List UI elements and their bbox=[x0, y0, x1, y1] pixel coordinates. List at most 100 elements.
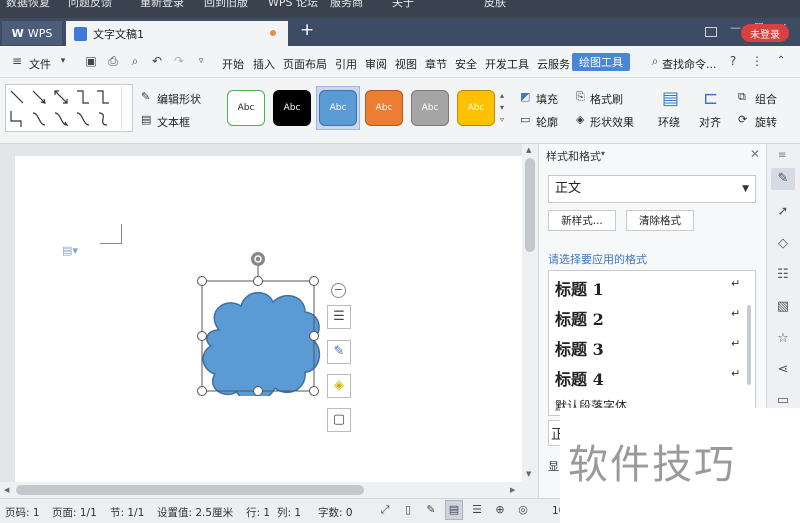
web-view-icon[interactable]: ⊕ bbox=[493, 503, 507, 517]
resize-handle-w[interactable] bbox=[197, 331, 207, 341]
panel-close-icon[interactable]: ✕ bbox=[750, 147, 760, 161]
quick-access-dropdown-icon[interactable]: ▿ bbox=[194, 54, 208, 68]
scroll-up-icon[interactable]: ▲ bbox=[526, 146, 531, 154]
shape-style-6[interactable]: Abc bbox=[457, 90, 495, 126]
new-style-button[interactable]: 新样式... bbox=[548, 210, 616, 231]
resize-handle-n[interactable] bbox=[253, 276, 263, 286]
command-search[interactable]: 查找命令... bbox=[662, 56, 717, 72]
resize-handle-e[interactable] bbox=[309, 331, 319, 341]
top-link-8[interactable]: 皮肤 bbox=[484, 0, 506, 10]
menu-review[interactable]: 审阅 bbox=[365, 56, 387, 72]
shape-style-5[interactable]: Abc bbox=[411, 90, 449, 126]
cloud-shape-selection[interactable] bbox=[196, 250, 322, 396]
settings-sliders-icon[interactable]: ☷ bbox=[774, 266, 792, 284]
resize-handle-s[interactable] bbox=[253, 386, 263, 396]
fill-bucket-icon[interactable]: ◈ bbox=[327, 374, 351, 398]
menu-start[interactable]: 开始 bbox=[222, 56, 244, 72]
style-gallery-scroll-icon[interactable]: ▴ ▾ ▿ bbox=[500, 90, 504, 126]
tab-document[interactable]: 文字文稿1 bbox=[66, 21, 288, 46]
shape-effects-button[interactable]: 形状效果 bbox=[590, 114, 634, 130]
top-link-6[interactable]: 服务商 bbox=[330, 0, 363, 10]
outline-frame-icon[interactable]: ▢ bbox=[327, 408, 351, 432]
layout-options-icon[interactable]: ☰ bbox=[327, 305, 351, 329]
vertical-scroll-thumb[interactable] bbox=[525, 158, 535, 252]
top-link-2[interactable]: 问题反馈 bbox=[68, 0, 112, 10]
scroll-down-icon[interactable]: ▼ bbox=[526, 470, 531, 478]
shape-style-4[interactable]: Abc bbox=[365, 90, 403, 126]
panel-title-dropdown-icon[interactable]: ▾ bbox=[601, 149, 605, 158]
minimize-icon[interactable]: — bbox=[730, 21, 741, 34]
top-link-5[interactable]: WPS 论坛 bbox=[268, 0, 318, 10]
menu-references[interactable]: 引用 bbox=[335, 56, 357, 72]
new-tab-button[interactable]: + bbox=[300, 20, 314, 40]
write-mode-icon[interactable]: ✎ bbox=[424, 503, 438, 517]
shape-style-3[interactable]: Abc bbox=[319, 90, 357, 126]
print-icon[interactable]: ⎙ bbox=[106, 54, 120, 68]
collapse-float-icon[interactable]: − bbox=[331, 283, 346, 298]
help-icon[interactable]: ? bbox=[726, 54, 740, 68]
eye-protection-icon[interactable]: ◎ bbox=[516, 503, 530, 517]
fullscreen-icon[interactable]: ⤢ bbox=[378, 503, 392, 517]
menu-page-layout[interactable]: 页面布局 bbox=[283, 56, 327, 72]
share-icon[interactable]: ⋖ bbox=[774, 361, 792, 379]
group-button[interactable]: 组合 bbox=[755, 91, 777, 107]
resize-handle-sw[interactable] bbox=[197, 386, 207, 396]
rotation-handle-icon[interactable] bbox=[251, 252, 265, 266]
menu-security[interactable]: 安全 bbox=[455, 56, 477, 72]
menu-file[interactable]: 文件 bbox=[29, 56, 51, 72]
page-view-icon[interactable]: ▤ bbox=[447, 503, 461, 517]
style-pen-icon[interactable]: ✎ bbox=[774, 170, 792, 188]
file-dropdown-icon[interactable]: ▾ bbox=[56, 54, 70, 68]
outline-view-icon[interactable]: ☰ bbox=[470, 503, 484, 517]
menu-developer[interactable]: 开发工具 bbox=[485, 56, 529, 72]
scroll-right-icon[interactable]: ▶ bbox=[510, 486, 515, 494]
edit-shape-button[interactable]: 编辑形状 bbox=[157, 91, 201, 107]
style-list-scroll-thumb[interactable] bbox=[747, 305, 751, 385]
window-layout-icon[interactable] bbox=[705, 27, 717, 37]
more-icon[interactable]: ⋮ bbox=[750, 54, 764, 68]
wrap-button[interactable]: 环绕 bbox=[658, 114, 680, 130]
undo-icon[interactable]: ↶ bbox=[150, 54, 164, 68]
resize-handle-nw[interactable] bbox=[197, 276, 207, 286]
redo-icon[interactable]: ↷ bbox=[172, 54, 186, 68]
fill-button[interactable]: 填充 bbox=[536, 91, 558, 107]
line-shape-gallery[interactable] bbox=[5, 84, 133, 132]
scroll-left-icon[interactable]: ◀ bbox=[4, 486, 9, 494]
current-style-select[interactable]: 正文 ▼ bbox=[548, 175, 756, 203]
shape-style-brush-icon[interactable]: ✎ bbox=[327, 340, 351, 364]
panel-title[interactable]: 样式和格式 bbox=[546, 148, 601, 164]
login-button[interactable]: 未登录 bbox=[741, 24, 789, 42]
cloud-shape[interactable] bbox=[202, 292, 321, 396]
tab-wps-home[interactable]: W WPS bbox=[2, 21, 62, 45]
shapes-icon[interactable]: ◇ bbox=[774, 235, 792, 253]
star-icon[interactable]: ☆ bbox=[774, 330, 792, 348]
menu-chapter[interactable]: 章节 bbox=[425, 56, 447, 72]
text-box-button[interactable]: 文本框 bbox=[157, 114, 190, 130]
print-preview-icon[interactable]: ⌕ bbox=[128, 54, 142, 68]
select-cursor-icon[interactable]: ➚ bbox=[774, 203, 792, 221]
collapse-ribbon-icon[interactable]: ⌃ bbox=[774, 54, 788, 68]
horizontal-scroll-thumb[interactable] bbox=[16, 485, 364, 495]
hamburger-icon[interactable]: ≡ bbox=[10, 54, 24, 68]
menu-drawing-tools[interactable]: 绘图工具 bbox=[572, 53, 630, 71]
menu-view[interactable]: 视图 bbox=[395, 56, 417, 72]
rotate-button[interactable]: 旋转 bbox=[755, 114, 777, 130]
style-heading-1[interactable]: 标题 1 bbox=[555, 276, 604, 300]
sidebar-menu-icon[interactable]: ≡ bbox=[778, 150, 786, 161]
resize-handle-ne[interactable] bbox=[309, 276, 319, 286]
menu-cloud[interactable]: 云服务 bbox=[537, 56, 570, 72]
shape-style-1[interactable]: Abc bbox=[227, 90, 265, 126]
clear-format-button[interactable]: 清除格式 bbox=[626, 210, 694, 231]
top-link-3[interactable]: 重新登录 bbox=[140, 0, 184, 10]
reading-mode-icon[interactable]: ▯ bbox=[401, 503, 415, 517]
style-heading-3[interactable]: 标题 3 bbox=[555, 336, 604, 360]
menu-insert[interactable]: 插入 bbox=[253, 56, 275, 72]
top-link-4[interactable]: 回到旧版 bbox=[204, 0, 248, 10]
gallery-icon[interactable]: ▧ bbox=[774, 298, 792, 316]
format-painter-button[interactable]: 格式刷 bbox=[590, 91, 623, 107]
style-heading-2[interactable]: 标题 2 bbox=[555, 306, 604, 330]
paste-options-icon[interactable]: ▤▾ bbox=[62, 244, 78, 257]
save-icon[interactable]: ▣ bbox=[84, 54, 98, 68]
align-button[interactable]: 对齐 bbox=[699, 114, 721, 130]
resize-handle-se[interactable] bbox=[309, 386, 319, 396]
